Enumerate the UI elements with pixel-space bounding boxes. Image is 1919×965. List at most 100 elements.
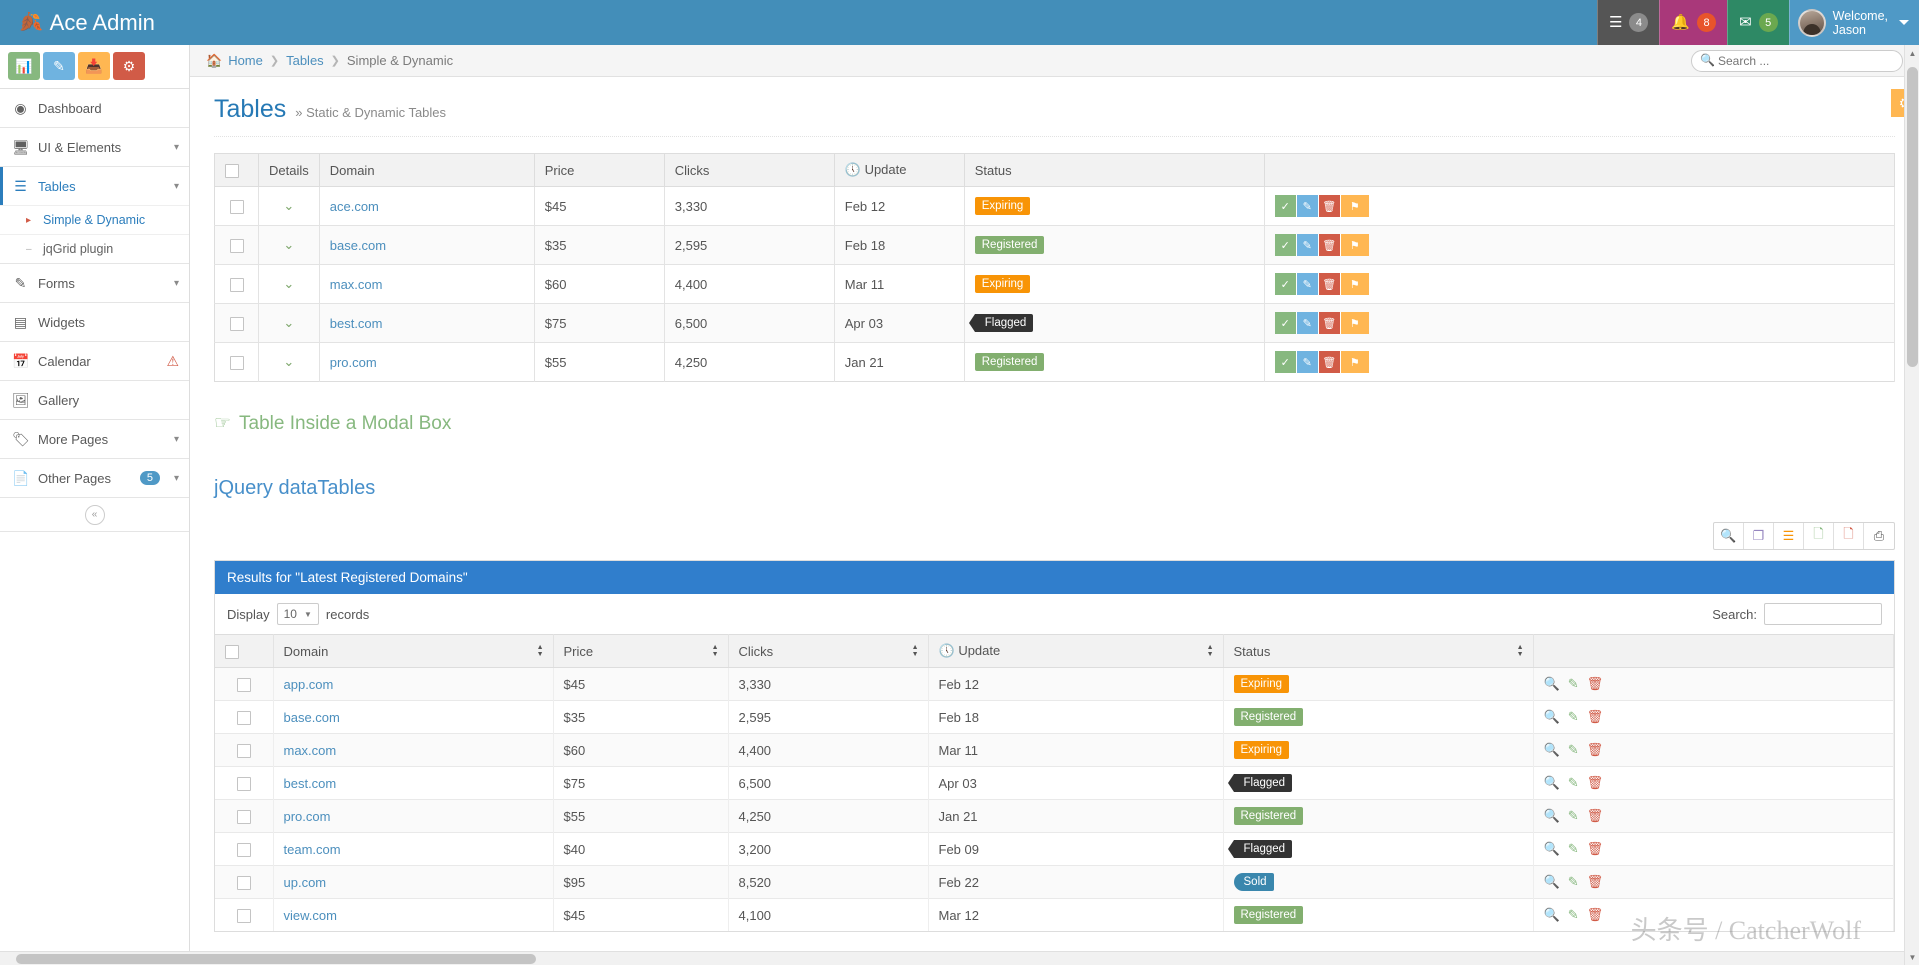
chevron-double-down-icon[interactable]: ⌄ <box>283 315 294 330</box>
row-checkbox[interactable] <box>236 842 251 857</box>
search-input[interactable] <box>1691 49 1903 72</box>
row-checkbox[interactable] <box>236 908 251 923</box>
edit-row-button[interactable]: ✎ <box>1568 742 1579 758</box>
column-update[interactable]: 🕔 Update ▲ ▼ <box>928 634 1224 668</box>
scroll-down-arrow-icon[interactable]: ▼ <box>1905 949 1919 965</box>
row-checkbox[interactable] <box>236 743 251 758</box>
edit-row-button[interactable]: ✎ <box>1568 874 1579 890</box>
sidebar-item-forms[interactable]: ✎ Forms ▾ <box>0 264 189 302</box>
edit-button[interactable]: ✎ <box>1296 195 1319 217</box>
row-select-cell[interactable] <box>215 832 274 866</box>
view-row-button[interactable]: 🔍 <box>1544 709 1560 725</box>
column-price[interactable]: Price ▲ ▼ <box>553 634 729 668</box>
approve-button[interactable]: ✓ <box>1274 312 1297 334</box>
page-length-select[interactable]: 10 ▼ <box>276 603 319 625</box>
row-select-cell[interactable] <box>214 264 259 304</box>
row-select-cell[interactable] <box>215 865 274 899</box>
search-tool[interactable]: 🔍 <box>1714 523 1744 549</box>
flag-button[interactable]: ⚑ <box>1340 351 1369 373</box>
select-all-checkbox[interactable] <box>225 644 239 659</box>
horizontal-scrollbar[interactable] <box>0 951 1904 965</box>
edit-row-button[interactable]: ✎ <box>1568 841 1579 857</box>
row-select-cell[interactable] <box>215 700 274 734</box>
datatables-search-input[interactable] <box>1764 603 1882 625</box>
sidebar-item-other-pages[interactable]: 📄 Other Pages 5 ▾ <box>0 459 189 497</box>
breadcrumb-tables[interactable]: Tables <box>286 53 324 68</box>
edit-row-button[interactable]: ✎ <box>1568 808 1579 824</box>
edit-button[interactable]: ✎ <box>1296 234 1319 256</box>
approve-button[interactable]: ✓ <box>1274 351 1297 373</box>
settings-shortcut[interactable]: ⚙ <box>113 52 145 80</box>
row-checkbox[interactable] <box>236 677 251 692</box>
row-checkbox[interactable] <box>229 316 244 331</box>
sidebar-item-more-pages[interactable]: 🏷 More Pages ▾ <box>0 420 189 458</box>
delete-button[interactable]: 🗑 <box>1318 234 1341 256</box>
user-menu-button[interactable]: Welcome, Jason <box>1788 0 1919 45</box>
modal-table-link[interactable]: ☞ Table Inside a Modal Box <box>214 412 1895 435</box>
domain-link[interactable]: app.com <box>284 677 334 692</box>
row-select-cell[interactable] <box>215 733 274 767</box>
edit-button[interactable]: ✎ <box>1296 273 1319 295</box>
row-checkbox[interactable] <box>236 710 251 725</box>
select-all-header[interactable] <box>214 153 259 187</box>
delete-row-button[interactable]: 🗑 <box>1587 709 1604 725</box>
chevron-double-down-icon[interactable]: ⌄ <box>283 198 294 213</box>
column-status[interactable]: Status ▲ ▼ <box>1223 634 1534 668</box>
sidebar-item-tables[interactable]: ☰ Tables ▾ <box>0 167 189 205</box>
delete-button[interactable]: 🗑 <box>1318 273 1341 295</box>
pdf-tool[interactable]: 🗋 <box>1834 523 1864 549</box>
domain-link[interactable]: max.com <box>330 277 383 292</box>
sidebar-item-ui-elements[interactable]: 🖥 UI & Elements ▾ <box>0 128 189 166</box>
edit-row-button[interactable]: ✎ <box>1568 709 1579 725</box>
chart-shortcut[interactable]: 📊 <box>8 52 40 80</box>
breadcrumb-home[interactable]: Home <box>228 53 263 68</box>
flag-button[interactable]: ⚑ <box>1340 273 1369 295</box>
sidebar-item-dashboard[interactable]: ◉ Dashboard <box>0 89 189 127</box>
print-tool[interactable]: ⎙ <box>1864 523 1894 549</box>
view-row-button[interactable]: 🔍 <box>1544 841 1560 857</box>
domain-link[interactable]: pro.com <box>284 809 331 824</box>
domain-link[interactable]: ace.com <box>330 199 379 214</box>
sidebar-item-simple-dynamic[interactable]: ▸ Simple & Dynamic <box>0 206 189 234</box>
row-checkbox[interactable] <box>236 776 251 791</box>
row-checkbox[interactable] <box>236 809 251 824</box>
row-select-cell[interactable] <box>214 186 259 226</box>
delete-row-button[interactable]: 🗑 <box>1587 775 1604 791</box>
excel-tool[interactable]: 🗋 <box>1804 523 1834 549</box>
edit-button[interactable]: ✎ <box>1296 312 1319 334</box>
view-row-button[interactable]: 🔍 <box>1544 775 1560 791</box>
vertical-scrollbar[interactable]: ▲ ▼ <box>1904 45 1919 965</box>
tasks-menu-button[interactable]: ☰ 4 <box>1596 0 1660 45</box>
approve-button[interactable]: ✓ <box>1274 195 1297 217</box>
row-select-cell[interactable] <box>215 667 274 701</box>
approve-button[interactable]: ✓ <box>1274 273 1297 295</box>
brand-logo[interactable]: 🍂 Ace Admin <box>0 10 190 36</box>
row-checkbox[interactable] <box>229 277 244 292</box>
edit-shortcut[interactable]: ✎ <box>43 52 75 80</box>
row-checkbox[interactable] <box>229 355 244 370</box>
vertical-scroll-thumb[interactable] <box>1907 67 1918 367</box>
chevron-double-down-icon[interactable]: ⌄ <box>283 354 294 369</box>
delete-row-button[interactable]: 🗑 <box>1587 808 1604 824</box>
row-select-cell[interactable] <box>214 342 259 382</box>
approve-button[interactable]: ✓ <box>1274 234 1297 256</box>
sidebar-item-gallery[interactable]: 🖼 Gallery <box>0 381 189 419</box>
domain-link[interactable]: up.com <box>284 875 327 890</box>
row-checkbox[interactable] <box>229 199 244 214</box>
delete-button[interactable]: 🗑 <box>1318 312 1341 334</box>
view-row-button[interactable]: 🔍 <box>1544 874 1560 890</box>
delete-row-button[interactable]: 🗑 <box>1587 742 1604 758</box>
delete-button[interactable]: 🗑 <box>1318 195 1341 217</box>
sidebar-item-widgets[interactable]: ▤ Widgets <box>0 303 189 341</box>
row-details-cell[interactable]: ⌄ <box>258 225 320 265</box>
row-select-cell[interactable] <box>214 303 259 343</box>
flag-button[interactable]: ⚑ <box>1340 234 1369 256</box>
row-select-cell[interactable] <box>215 799 274 833</box>
domain-link[interactable]: team.com <box>284 842 341 857</box>
view-row-button[interactable]: 🔍 <box>1544 808 1560 824</box>
delete-row-button[interactable]: 🗑 <box>1587 874 1604 890</box>
row-details-cell[interactable]: ⌄ <box>258 342 320 382</box>
sidebar-item-jqgrid-plugin[interactable]: – jqGrid plugin <box>0 235 189 263</box>
horizontal-scroll-thumb[interactable] <box>16 954 536 964</box>
flag-button[interactable]: ⚑ <box>1340 312 1369 334</box>
